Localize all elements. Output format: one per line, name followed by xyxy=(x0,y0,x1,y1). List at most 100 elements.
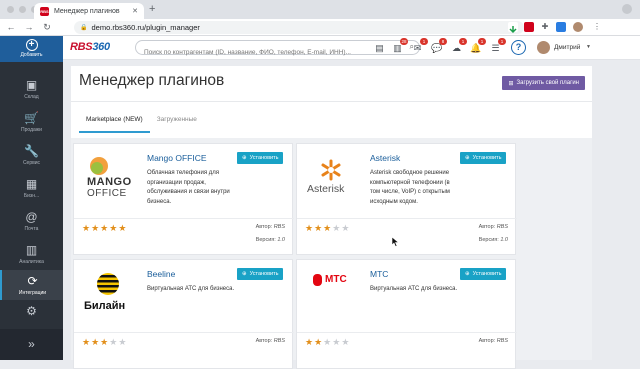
plugin-name[interactable]: МТС xyxy=(370,269,388,279)
plus-icon: + xyxy=(25,39,38,51)
sidebar-item-sklad[interactable]: ▣ Склад xyxy=(0,74,63,107)
upload-plugin-button[interactable]: ⊞ Загрузить свой плагин xyxy=(502,76,585,90)
reload-icon[interactable]: ↻ xyxy=(42,22,52,33)
new-tab-icon[interactable]: + xyxy=(149,3,155,15)
add-button[interactable]: + Добавить xyxy=(0,36,63,62)
sidebar-item-label: Интеграции xyxy=(18,290,47,296)
chart-icon: ▥ xyxy=(25,243,38,257)
tasks-icon[interactable]: ▥ 28 xyxy=(392,38,408,54)
author-line: Автор: RBS xyxy=(479,338,508,344)
plugin-name[interactable]: Mango OFFICE xyxy=(147,153,207,163)
install-button[interactable]: ⊕ Установить xyxy=(237,268,284,280)
wrench-icon: 🔧 xyxy=(24,144,39,158)
plugin-manager-page: Менеджер плагинов ⊞ Загрузить свой плаги… xyxy=(71,66,592,369)
plugin-description: Asterisk свободное решение компьютерной … xyxy=(370,170,450,205)
author-label: Автор: xyxy=(255,338,273,344)
asterisk-logo-text: Asterisk xyxy=(307,183,345,195)
extension-icon[interactable] xyxy=(524,22,534,32)
help-icon[interactable]: ? xyxy=(511,40,526,55)
download-icon[interactable] xyxy=(508,22,518,34)
plugin-card-beeline: Билайн Beeline Виртуальная АТС для бизне… xyxy=(73,259,294,369)
forward-icon[interactable]: → xyxy=(24,22,34,32)
url-field[interactable]: 🔒 demo.rbs360.ru/plugin_manager ☆ xyxy=(74,21,524,34)
plugin-description: Виртуальная АТС для бизнеса. xyxy=(370,286,458,292)
search-input[interactable] xyxy=(144,46,409,59)
tabs: Marketplace (NEW) Загруженные xyxy=(79,111,204,133)
avatar[interactable] xyxy=(537,41,550,54)
tab-marketplace[interactable]: Marketplace (NEW) xyxy=(79,111,150,133)
upload-icon: ⊞ xyxy=(508,80,514,87)
at-icon: @ xyxy=(25,210,38,224)
plugin-name[interactable]: Beeline xyxy=(147,269,175,279)
sidebar-item-label: Бизн... xyxy=(23,193,40,199)
plugin-card-mango: MANGO OFFICE Mango OFFICE Облачная телеф… xyxy=(73,143,294,255)
install-icon: ⊕ xyxy=(465,271,470,277)
rbs360-logo[interactable]: RBS360 xyxy=(70,41,110,53)
plugin-name[interactable]: Asterisk xyxy=(370,153,400,163)
sidebar-item-integrations[interactable]: ⟳ Интеграции xyxy=(0,270,63,300)
tasks-badge: 28 xyxy=(400,38,408,45)
tab-close-icon[interactable]: ✕ xyxy=(132,7,138,15)
cloud-icon[interactable]: ☁ 1 xyxy=(451,38,467,54)
tab-title: Менеджер плагинов xyxy=(54,7,120,15)
browser-tab[interactable]: RBS Менеджер плагинов ✕ xyxy=(34,3,144,19)
sidebar-item-mail[interactable]: @ Почта xyxy=(0,206,63,239)
logo-number: 360 xyxy=(92,41,110,53)
url-text: demo.rbs360.ru/plugin_manager xyxy=(91,23,200,32)
plugin-grid: MANGO OFFICE Mango OFFICE Облачная телеф… xyxy=(71,138,592,369)
box-icon: ▣ xyxy=(25,78,38,92)
collapse-sidebar-icon[interactable]: » xyxy=(0,329,63,360)
sidebar-item-label: Сервис xyxy=(22,160,41,166)
card-footer: ★ ★ ★ ★ ★ Автор: RBS xyxy=(74,332,294,368)
author-label: Автор: xyxy=(478,224,496,230)
sidebar-item-business[interactable]: ▦ Бизн... xyxy=(0,173,63,206)
rating-stars: ★ ★ ★ ★ ★ xyxy=(82,223,127,233)
beeline-logo-text: Билайн xyxy=(84,300,126,312)
author-label: Автор: xyxy=(478,338,496,344)
browser-menu-icon[interactable]: ⋮ xyxy=(592,22,602,32)
bell-icon[interactable]: 🔔 1 xyxy=(470,38,486,54)
sidebar-item-service[interactable]: 🔧 Сервис xyxy=(0,140,63,173)
sidebar-item-analytics[interactable]: ▥ Аналитика xyxy=(0,239,63,272)
install-icon: ⊕ xyxy=(242,271,247,277)
beeline-logo: Билайн xyxy=(82,270,134,322)
sidebar-item-label: Аналитика xyxy=(19,259,44,265)
author-line: Автор: RBS xyxy=(479,224,508,230)
install-label: Установить xyxy=(249,271,279,277)
puzzle-icon[interactable]: ✚ xyxy=(540,22,550,32)
profile-avatar-icon[interactable] xyxy=(573,22,583,32)
tab-uploaded[interactable]: Загруженные xyxy=(150,111,204,133)
card-footer: ★ ★ ★ ★ ★ Автор: RBS Версия: 1.0 xyxy=(297,218,517,254)
extension-blue-icon[interactable] xyxy=(556,22,566,32)
rating-stars: ★ ★ ★ ★ ★ xyxy=(82,337,127,347)
author-value: RBS xyxy=(496,338,508,344)
gear-icon: ⚙ xyxy=(26,304,37,318)
author-line: Автор: RBS xyxy=(256,338,285,344)
sidebar-item-settings[interactable]: ⚙ xyxy=(0,300,63,328)
rating-stars: ★ ★ ★ ★ ★ xyxy=(305,223,350,233)
install-button[interactable]: ⊕ Установить xyxy=(237,152,284,164)
list-badge: 1 xyxy=(498,38,506,45)
left-sidebar: + Добавить ▣ Склад 🛒 Продажи 🔧 Сервис ▦ … xyxy=(0,36,63,360)
sync-icon: ⟳ xyxy=(27,274,38,288)
list-icon[interactable]: ☰ 1 xyxy=(490,38,506,54)
install-button[interactable]: ⊕ Установить xyxy=(460,268,507,280)
plugin-card-mts: МТС МТС Виртуальная АТС для бизнеса. ⊕ Ус… xyxy=(296,259,517,369)
logo-text: RBS xyxy=(70,41,93,53)
bell-badge: 1 xyxy=(478,38,486,45)
version-value: 1.0 xyxy=(277,237,285,243)
tab-menu-icon[interactable] xyxy=(622,4,632,14)
install-button[interactable]: ⊕ Установить xyxy=(460,152,507,164)
install-icon: ⊕ xyxy=(465,155,470,161)
chat-icon[interactable]: 💬 8 xyxy=(431,38,447,54)
calendar-icon[interactable]: ▤ xyxy=(374,43,385,54)
mango-logo-text-2: OFFICE xyxy=(87,188,127,199)
card-footer: ★ ★ ★ ★ ★ Автор: RBS Версия: 1.0 xyxy=(74,218,294,254)
sidebar-item-label: Склад xyxy=(24,94,39,100)
back-icon[interactable]: ← xyxy=(6,22,16,32)
sidebar-item-sales[interactable]: 🛒 Продажи xyxy=(0,107,63,140)
chevron-down-icon[interactable]: ▼ xyxy=(586,44,591,50)
mail-icon[interactable]: ✉ 1 xyxy=(412,38,428,54)
user-name[interactable]: Дмитрий xyxy=(554,44,580,51)
sidebar-item-label: Продажи xyxy=(21,127,42,133)
